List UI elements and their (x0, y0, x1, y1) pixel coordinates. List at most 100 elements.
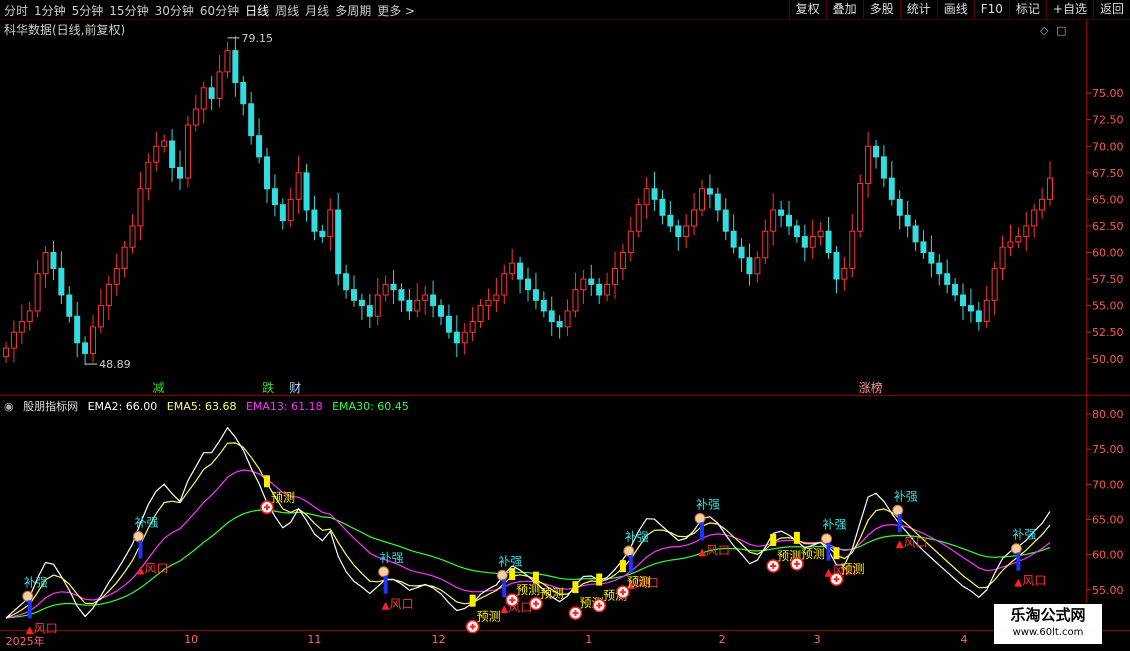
candle-body (74, 315, 81, 344)
candle-body (873, 145, 879, 158)
candle-body (691, 209, 698, 227)
candle-body (485, 299, 492, 307)
candle-body (667, 214, 674, 227)
price-axis-label-2: 70.00 (1092, 140, 1124, 153)
signal-bu-label: 补强 (380, 551, 404, 565)
forecast-bar (596, 573, 603, 586)
candle-body (849, 230, 856, 269)
candle-body (525, 278, 531, 291)
candle-body (738, 246, 745, 259)
candle-body (398, 289, 405, 301)
up-arrow-icon (136, 566, 145, 575)
event-label-3: 涨榜 (859, 380, 883, 395)
price-axis-label-6: 60.00 (1092, 247, 1124, 260)
up-arrow-icon (895, 540, 904, 549)
forecast-bar (264, 475, 270, 488)
candle-body (612, 267, 618, 285)
candle-body (841, 267, 848, 280)
price-axis-label-3: 67.50 (1092, 167, 1124, 180)
candle-body (327, 209, 334, 238)
signal-feng-label: 风口 (904, 535, 928, 549)
forecast-bar (572, 581, 579, 594)
candle-body (556, 321, 563, 328)
signal-icon (22, 590, 34, 602)
candle-body (208, 87, 215, 99)
candle-body (374, 294, 381, 317)
candle-body (240, 82, 247, 105)
price-axis-label-0: 75.00 (1092, 87, 1124, 100)
candle-body (192, 108, 199, 126)
ind-axis-label-1: 75.00 (1092, 443, 1124, 456)
candle-body (343, 273, 350, 291)
candle-body (311, 209, 318, 232)
candle-body (1023, 225, 1030, 238)
candle-body (564, 310, 571, 328)
signal-yu-label: 预测 (840, 562, 864, 576)
kline-chart[interactable]: 75.00 72.50 70.00 67.50 65.00 62.50 60.00 57.50… (0, 0, 1130, 650)
candle-body (1047, 177, 1053, 200)
candle-body (627, 230, 634, 253)
signal-bar (138, 540, 143, 559)
candle-body (477, 305, 484, 323)
candle-body (414, 299, 421, 312)
candle-body (809, 236, 816, 248)
candle-body (248, 103, 255, 137)
signal-icon (892, 504, 904, 516)
candle-body (967, 305, 974, 312)
event-label-0: 减 (153, 381, 165, 395)
candle-body (42, 252, 49, 275)
candle-body (596, 283, 603, 296)
candle-body (509, 262, 516, 275)
candle-body (928, 252, 935, 264)
candle-body (97, 305, 104, 328)
candle-body (532, 289, 539, 301)
candle-body (287, 198, 294, 222)
ind-axis-label-0: 80.00 (1092, 408, 1124, 421)
signal-icon (132, 530, 144, 542)
up-arrow-icon (500, 605, 509, 614)
signal-bu-label: 补强 (1012, 528, 1036, 542)
forecast-bar (770, 533, 777, 546)
candle-body (778, 209, 785, 216)
price-axis-label-9: 52.50 (1092, 326, 1124, 339)
candle-body (588, 278, 595, 285)
signal-bu-label: 补强 (498, 554, 522, 568)
high-price-label: 79.15 (241, 32, 272, 45)
candle-body (896, 198, 903, 216)
signal-yu-label: 预测 (477, 610, 501, 624)
signal-bar (27, 600, 32, 619)
candle-body (1015, 236, 1022, 243)
candle-body (722, 209, 729, 232)
candle-body (1039, 198, 1046, 211)
price-axis-label-4: 65.00 (1092, 193, 1124, 206)
price-axis-label-1: 72.50 (1092, 114, 1124, 127)
candle-body (1031, 209, 1038, 227)
candle-body (619, 252, 626, 269)
signal-yu-label: 预测 (627, 575, 651, 589)
event-label-1: 跌 (262, 380, 274, 395)
signal-feng-label: 风口 (390, 597, 414, 611)
candle-body (825, 230, 832, 253)
candle-body (991, 267, 998, 301)
candle-body (469, 321, 476, 333)
forecast-bar (833, 547, 840, 560)
candle-body (366, 305, 373, 317)
signal-icon (496, 569, 508, 581)
candle-body (422, 294, 429, 301)
candle-body (145, 161, 152, 190)
candle-body (271, 188, 278, 206)
signal-bar (628, 554, 633, 573)
candle-body (335, 209, 342, 275)
candle-body (34, 273, 41, 312)
candle-body (683, 225, 690, 238)
signal-icon (1010, 543, 1022, 555)
candle-body (746, 257, 753, 275)
candle-body (58, 267, 65, 296)
signal-yu-label: 预测 (801, 547, 825, 561)
signal-feng-label: 风口 (34, 621, 58, 635)
candle-body (604, 283, 611, 296)
candle-body (105, 283, 112, 307)
candle-body (406, 299, 413, 312)
candle-body (90, 326, 96, 354)
candle-body (659, 198, 666, 216)
